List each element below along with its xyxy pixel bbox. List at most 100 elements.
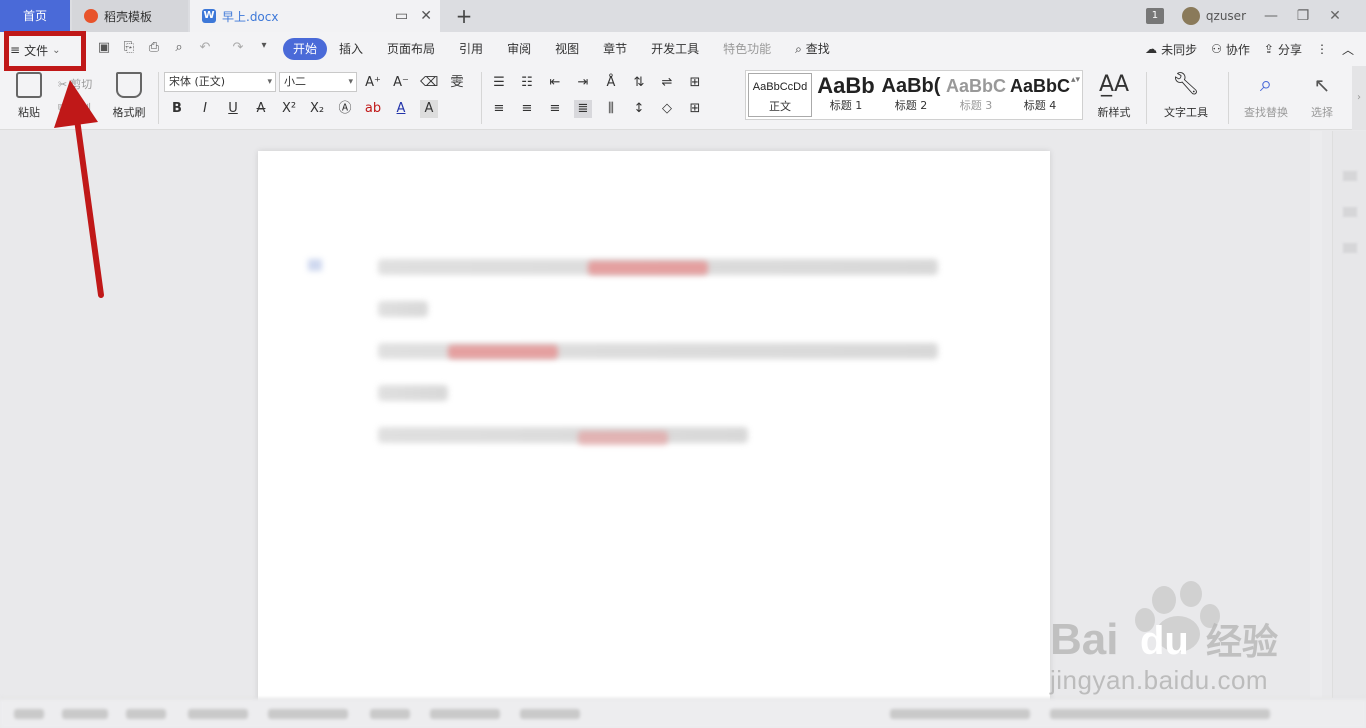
- close-window-button[interactable]: ✕: [1328, 8, 1342, 24]
- tab-references[interactable]: 引用: [447, 38, 495, 60]
- sync-button[interactable]: ☁ 未同步: [1145, 41, 1197, 58]
- superscript-icon[interactable]: X²: [280, 100, 298, 118]
- tab-start[interactable]: 开始: [283, 38, 328, 60]
- justify-icon[interactable]: ≣: [574, 100, 592, 118]
- tab-special[interactable]: 特色功能: [711, 38, 783, 60]
- collab-button[interactable]: ⚇ 协作: [1211, 41, 1250, 58]
- paste-button[interactable]: 粘贴: [12, 72, 46, 120]
- align-left-icon[interactable]: ≡: [490, 100, 508, 118]
- distribute-icon[interactable]: ⫼: [602, 100, 620, 118]
- show-marks-icon[interactable]: ⇌: [658, 74, 676, 92]
- side-tool-icon[interactable]: [1343, 171, 1357, 181]
- subscript-icon[interactable]: X₂: [308, 100, 326, 118]
- status-item[interactable]: [188, 709, 248, 719]
- share-button[interactable]: ⇪ 分享: [1264, 41, 1302, 58]
- find-replace-button[interactable]: ⌕ 查找替换: [1236, 72, 1296, 120]
- document-page[interactable]: [258, 151, 1050, 711]
- styles-scroll-icon[interactable]: ▴▾: [1071, 75, 1080, 85]
- borders-icon[interactable]: ⊞: [686, 100, 704, 118]
- style-normal[interactable]: AaBbCcDd 正文: [748, 73, 812, 117]
- quick-access-dropdown-icon[interactable]: ▾: [255, 40, 273, 60]
- font-size-select[interactable]: 小二: [279, 72, 357, 92]
- font-color-icon[interactable]: A: [392, 100, 410, 118]
- numbered-list-icon[interactable]: ☷: [518, 74, 536, 92]
- shading-icon[interactable]: ◇: [658, 100, 676, 118]
- style-heading-1[interactable]: AaBb 标题 1: [814, 73, 878, 117]
- zoom-slider[interactable]: [1050, 709, 1270, 719]
- tab-chapter[interactable]: 章节: [591, 38, 639, 60]
- copy-button[interactable]: ⧉ 复制: [58, 100, 91, 116]
- status-item[interactable]: [370, 709, 410, 719]
- status-item[interactable]: [430, 709, 500, 719]
- chinese-layout-icon[interactable]: Å: [602, 74, 620, 92]
- ribbon-scroll-icon[interactable]: ›: [1352, 66, 1366, 130]
- style-heading-2[interactable]: AaBb( 标题 2: [879, 73, 943, 117]
- cut-button[interactable]: ✂ 剪切: [58, 76, 92, 92]
- vertical-scrollbar[interactable]: [1310, 131, 1322, 698]
- select-button[interactable]: ↖ 选择: [1302, 72, 1342, 120]
- tab-insert[interactable]: 插入: [327, 38, 375, 60]
- tab-templates[interactable]: 稻壳模板: [72, 0, 188, 32]
- restore-button[interactable]: ❐: [1296, 8, 1310, 24]
- align-right-icon[interactable]: ≡: [546, 100, 564, 118]
- char-shading-icon[interactable]: A: [420, 100, 438, 118]
- increase-indent-icon[interactable]: ⇥: [574, 74, 592, 92]
- decrease-indent-icon[interactable]: ⇤: [546, 74, 564, 92]
- float-window-icon[interactable]: ▭: [395, 8, 408, 24]
- format-painter-button[interactable]: 格式刷: [108, 72, 150, 120]
- status-item[interactable]: [268, 709, 348, 719]
- tab-search-label: 查找: [805, 42, 830, 56]
- new-style-button[interactable]: A̲A 新样式: [1090, 72, 1138, 120]
- align-center-icon[interactable]: ≡: [518, 100, 536, 118]
- divider: [1228, 72, 1229, 124]
- strikethrough-icon[interactable]: A: [252, 100, 270, 118]
- tab-search[interactable]: ⌕ 查找: [783, 38, 842, 60]
- highlight-icon[interactable]: ab: [364, 100, 382, 118]
- output-icon[interactable]: ⎘: [120, 40, 138, 60]
- side-tool-icon[interactable]: [1343, 207, 1357, 217]
- view-mode-icons[interactable]: [890, 709, 1030, 719]
- line-spacing-icon[interactable]: ↕: [630, 100, 648, 118]
- undo-icon[interactable]: ↶: [196, 40, 214, 60]
- bullet-list-icon[interactable]: ☰: [490, 74, 508, 92]
- collapse-ribbon-icon[interactable]: ︿: [1342, 41, 1354, 58]
- print-preview-icon[interactable]: ⌕: [170, 40, 188, 60]
- text-effect-icon[interactable]: Ⓐ: [336, 100, 354, 118]
- new-tab-button[interactable]: +: [452, 4, 476, 28]
- tab-review[interactable]: 审阅: [495, 38, 543, 60]
- tab-document[interactable]: W 早上.docx ▭ ✕: [190, 0, 440, 32]
- shrink-font-icon[interactable]: A⁻: [392, 74, 410, 92]
- redo-icon[interactable]: ↷: [229, 40, 247, 60]
- minimize-button[interactable]: —: [1264, 8, 1278, 24]
- table-layout-icon[interactable]: ⊞: [686, 74, 704, 92]
- style-heading-4[interactable]: AaBbC 标题 4: [1008, 73, 1072, 117]
- tab-page-layout[interactable]: 页面布局: [375, 38, 447, 60]
- phonetic-icon[interactable]: 雯: [448, 74, 466, 92]
- bold-icon[interactable]: B: [168, 100, 186, 118]
- close-tab-icon[interactable]: ✕: [420, 8, 432, 24]
- italic-icon[interactable]: I: [196, 100, 214, 118]
- tab-developer[interactable]: 开发工具: [639, 38, 711, 60]
- grow-font-icon[interactable]: A⁺: [364, 74, 382, 92]
- clear-format-icon[interactable]: ⌫: [420, 74, 438, 92]
- status-item[interactable]: [14, 709, 44, 719]
- status-item[interactable]: [520, 709, 580, 719]
- window-count-badge[interactable]: 1: [1145, 8, 1164, 24]
- status-item[interactable]: [126, 709, 166, 719]
- brush-icon: [116, 72, 142, 98]
- sort-icon[interactable]: ⇅: [630, 74, 648, 92]
- text-tools-button[interactable]: 🔧︎ 文字工具: [1156, 72, 1216, 120]
- underline-icon[interactable]: U: [224, 100, 242, 118]
- print-icon[interactable]: ⎙: [145, 40, 163, 60]
- more-icon[interactable]: ⋮: [1316, 42, 1328, 56]
- style-name: 正文: [769, 100, 791, 113]
- tab-home[interactable]: 首页: [0, 0, 70, 32]
- user-name[interactable]: qzuser: [1206, 9, 1246, 23]
- status-item[interactable]: [62, 709, 108, 719]
- side-tool-icon[interactable]: [1343, 243, 1357, 253]
- style-heading-3[interactable]: AaBbC 标题 3: [944, 73, 1008, 117]
- save-icon[interactable]: ▣: [95, 40, 113, 60]
- font-name-select[interactable]: 宋体 (正文): [164, 72, 276, 92]
- tab-view[interactable]: 视图: [543, 38, 591, 60]
- avatar[interactable]: [1181, 7, 1200, 25]
